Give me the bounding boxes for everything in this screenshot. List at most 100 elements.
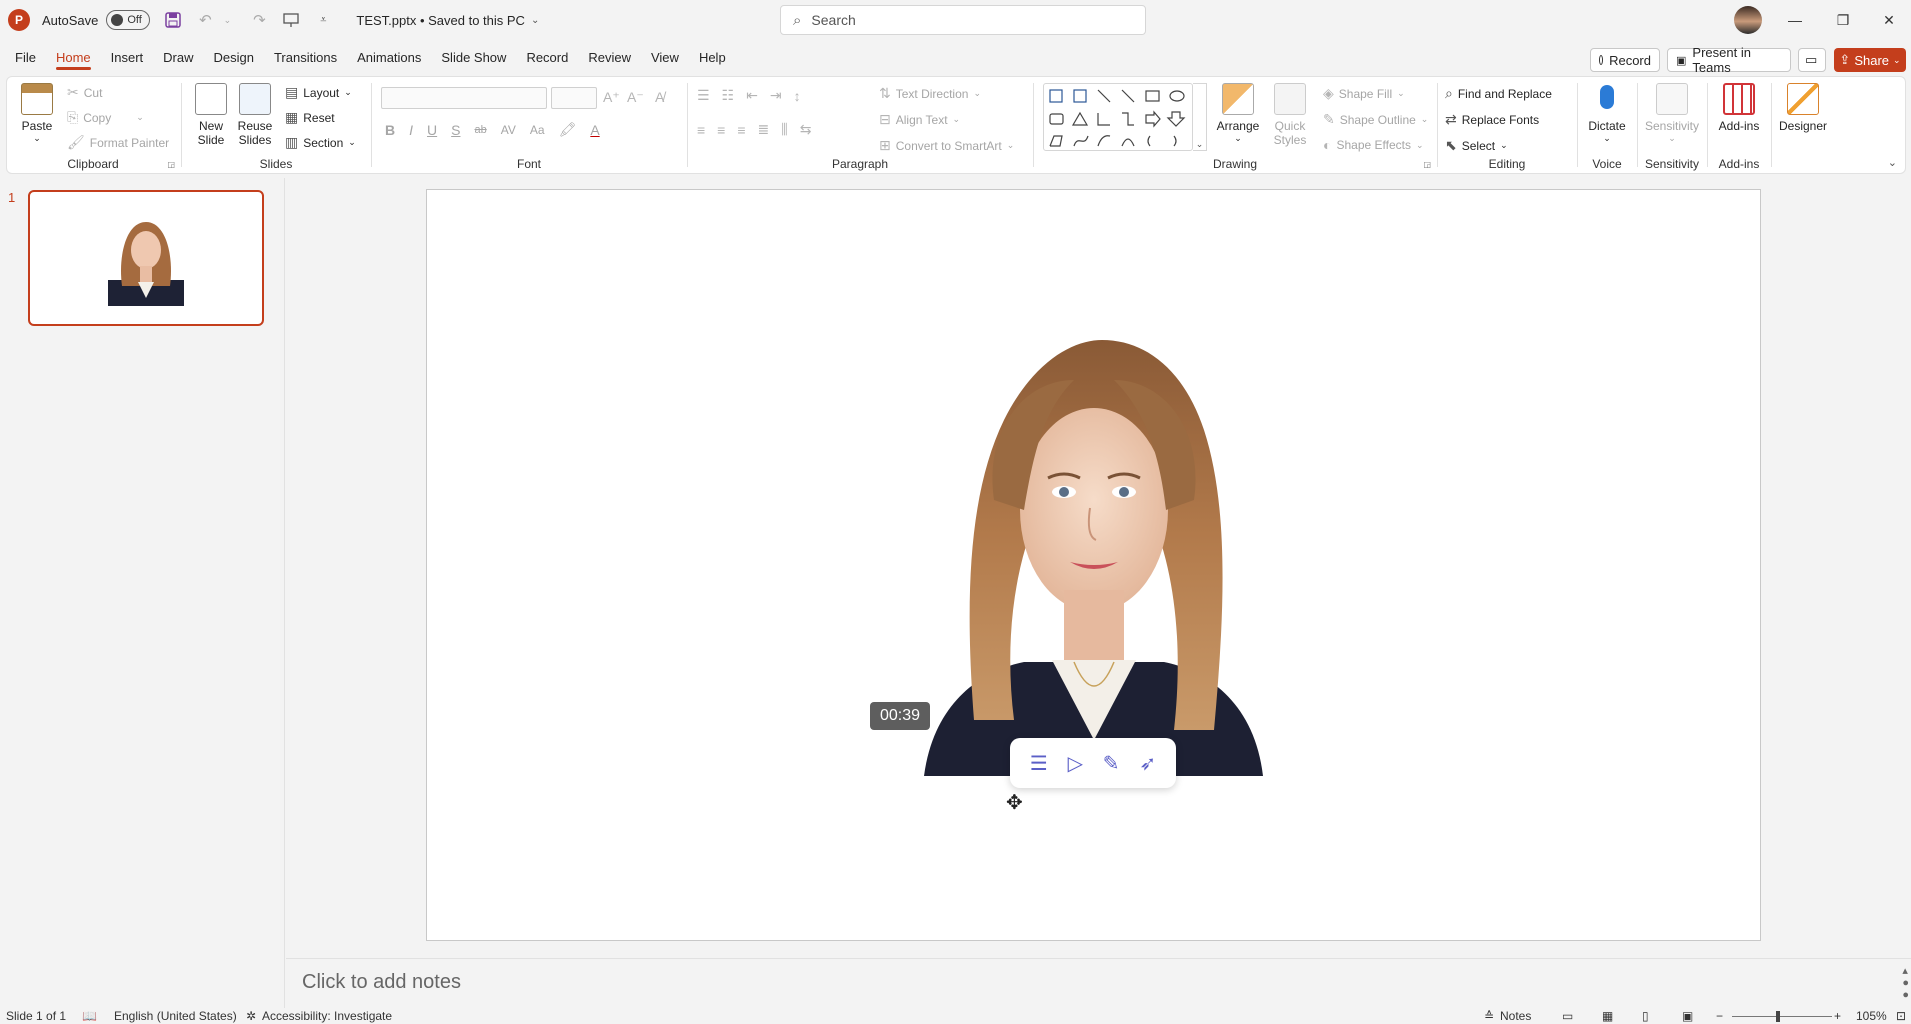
record-button[interactable]: Record: [1590, 48, 1660, 72]
save-icon[interactable]: [164, 11, 182, 29]
tab-help[interactable]: Help: [689, 44, 736, 72]
shape-effects-button[interactable]: ◐ Shape Effects ⌄: [1323, 137, 1424, 153]
align-right-icon[interactable]: ≡: [737, 122, 745, 138]
dictate-button[interactable]: Dictate ⌄: [1583, 83, 1631, 144]
shapes-gallery-scroll[interactable]: ⌄: [1193, 83, 1207, 151]
clipboard-launcher-icon[interactable]: ◲: [167, 160, 175, 169]
slideshow-view-icon[interactable]: ▣: [1682, 1009, 1693, 1023]
tab-animations[interactable]: Animations: [347, 44, 431, 72]
play-icon[interactable]: ▷: [1068, 751, 1083, 776]
line-spacing-icon[interactable]: ↕: [794, 88, 801, 104]
cut-button[interactable]: ✂ Cut: [67, 84, 102, 101]
font-size-combo[interactable]: [551, 87, 597, 109]
accessibility-status[interactable]: Accessibility: Investigate: [262, 1009, 392, 1023]
new-slide-button[interactable]: New Slide: [191, 83, 231, 147]
layout-button[interactable]: ▤ Layout ⌄: [285, 84, 352, 101]
normal-view-icon[interactable]: ▭: [1562, 1009, 1573, 1023]
numbering-icon[interactable]: ☷: [722, 87, 735, 104]
tab-draw[interactable]: Draw: [153, 44, 203, 72]
decrease-indent-icon[interactable]: ⇤: [746, 87, 758, 104]
redo-icon[interactable]: ↷: [250, 11, 268, 29]
slide-sorter-icon[interactable]: ▦: [1602, 1009, 1613, 1023]
shapes-gallery[interactable]: [1043, 83, 1193, 151]
title-chevron-down-icon[interactable]: ⌄: [531, 15, 539, 26]
format-painter-button[interactable]: 🖌 Format Painter: [67, 134, 169, 151]
paragraph-direction-icon[interactable]: ⇆: [800, 121, 812, 138]
tab-home[interactable]: Home: [46, 44, 101, 72]
highlight-icon[interactable]: 🖍: [559, 121, 577, 138]
sensitivity-button[interactable]: Sensitivity ⌄: [1643, 83, 1701, 144]
zoom-slider-thumb[interactable]: [1776, 1011, 1780, 1022]
search-box[interactable]: ⌕ Search: [780, 5, 1146, 35]
zoom-in-icon[interactable]: +: [1834, 1009, 1841, 1023]
bold-button[interactable]: B: [385, 122, 395, 138]
italic-button[interactable]: I: [409, 122, 413, 138]
zoom-slider-track[interactable]: [1732, 1016, 1832, 1017]
bullets-icon[interactable]: ☰: [697, 87, 710, 104]
replace-fonts-button[interactable]: ⇄ Replace Fonts: [1445, 111, 1539, 128]
tab-record[interactable]: Record: [516, 44, 578, 72]
edit-pencil-icon[interactable]: ✎: [1103, 751, 1120, 776]
tab-insert[interactable]: Insert: [101, 44, 154, 72]
rocket-icon[interactable]: ➶: [1139, 751, 1156, 776]
arrange-button[interactable]: Arrange ⌄: [1215, 83, 1261, 144]
notes-toggle[interactable]: Notes: [1500, 1009, 1531, 1023]
customize-toolbar-icon[interactable]: ⩡: [314, 11, 332, 29]
find-replace-button[interactable]: ⌕ Find and Replace: [1445, 85, 1552, 102]
autosave-toggle[interactable]: Off: [106, 10, 151, 30]
tab-design[interactable]: Design: [204, 44, 264, 72]
zoom-out-icon[interactable]: −: [1716, 1009, 1723, 1023]
tab-slide-show[interactable]: Slide Show: [431, 44, 516, 72]
shadow-button[interactable]: S: [451, 122, 460, 138]
change-case-button[interactable]: Aa: [530, 123, 545, 137]
shape-fill-button[interactable]: ◈ Shape Fill ⌄: [1323, 85, 1405, 102]
menu-icon[interactable]: ☰: [1030, 751, 1048, 776]
reading-view-icon[interactable]: ▯: [1642, 1009, 1649, 1023]
comments-button[interactable]: ▭: [1798, 48, 1826, 72]
addins-button[interactable]: Add-ins: [1713, 83, 1765, 133]
restore-icon[interactable]: ❐: [1820, 0, 1866, 40]
align-left-icon[interactable]: ≡: [697, 122, 705, 138]
reuse-slides-button[interactable]: Reuse Slides: [235, 83, 275, 147]
quick-styles-button[interactable]: Quick Styles: [1267, 83, 1313, 147]
spelling-icon[interactable]: 📖: [82, 1009, 97, 1023]
character-spacing-button[interactable]: AV: [501, 123, 516, 137]
columns-icon[interactable]: ⫼: [781, 121, 787, 138]
undo-icon[interactable]: ↶: [196, 11, 214, 29]
zoom-level[interactable]: 105%: [1856, 1009, 1887, 1023]
section-button[interactable]: ▥ Section ⌄: [285, 134, 356, 151]
portrait-video[interactable]: [874, 340, 1313, 776]
strikethrough-button[interactable]: ab: [474, 124, 486, 136]
language-status[interactable]: English (United States): [114, 1009, 237, 1023]
grow-font-icon[interactable]: A⁺: [603, 89, 620, 106]
notes-pane[interactable]: Click to add notes ▴ ● ●: [286, 958, 1911, 1008]
tab-view[interactable]: View: [641, 44, 689, 72]
paste-button[interactable]: Paste ⌄: [17, 83, 57, 144]
text-direction-button[interactable]: ⇅ Text Direction ⌄: [879, 85, 981, 102]
close-icon[interactable]: ✕: [1866, 0, 1911, 40]
select-button[interactable]: ⬉ Select ⌄: [1445, 137, 1508, 154]
justify-icon[interactable]: ≣: [758, 121, 770, 138]
notes-scroll-icon[interactable]: ▴ ● ●: [1902, 965, 1909, 1001]
slide-thumbnail[interactable]: [28, 190, 264, 326]
shrink-font-icon[interactable]: A⁻: [627, 89, 644, 106]
present-from-start-icon[interactable]: [282, 11, 300, 29]
align-text-button[interactable]: ⊟ Align Text ⌄: [879, 111, 960, 128]
reset-button[interactable]: ▦ Reset: [285, 109, 335, 126]
user-avatar[interactable]: [1734, 6, 1762, 34]
document-title[interactable]: TEST.pptx • Saved to this PC: [356, 13, 525, 28]
designer-button[interactable]: Designer: [1777, 83, 1829, 133]
shape-outline-button[interactable]: ✎ Shape Outline ⌄: [1323, 111, 1428, 128]
align-center-icon[interactable]: ≡: [717, 122, 725, 138]
underline-button[interactable]: U: [427, 122, 437, 138]
undo-dropdown-icon[interactable]: ⌄: [218, 11, 236, 29]
share-button[interactable]: ⇪ Share ⌄: [1834, 48, 1906, 72]
tab-review[interactable]: Review: [578, 44, 641, 72]
copy-button[interactable]: ⎘ Copy ⌄: [67, 109, 144, 126]
convert-smartart-button[interactable]: ⊞ Convert to SmartArt ⌄: [879, 137, 1014, 154]
tab-transitions[interactable]: Transitions: [264, 44, 347, 72]
present-in-teams-button[interactable]: ▣ Present in Teams: [1667, 45, 1791, 75]
minimize-icon[interactable]: —: [1772, 0, 1818, 40]
tab-file[interactable]: File: [5, 44, 46, 72]
font-color-icon[interactable]: A: [590, 122, 599, 138]
